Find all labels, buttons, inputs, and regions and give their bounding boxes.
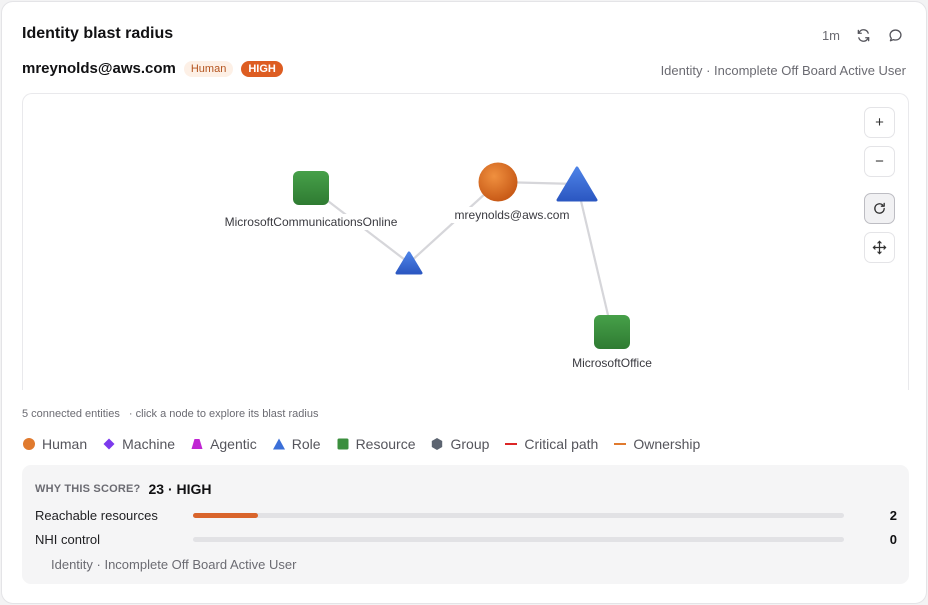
metric-label: NHI control [35, 532, 101, 547]
legend-label: Machine [122, 436, 176, 452]
legend-label: Role [291, 436, 321, 452]
metric-nhi-control: NHI control 0 [35, 532, 897, 548]
legend-line-icon [505, 443, 518, 445]
metric-value: 0 [889, 532, 897, 547]
legend-item-resource: Resource [336, 436, 416, 452]
comment-icon [888, 28, 902, 41]
metric-bar-track [193, 513, 844, 518]
legend-trapezoid-icon [191, 439, 203, 449]
severity-badge: HIGH [241, 60, 283, 77]
metric-bar-fill [193, 513, 259, 518]
graph-legend: Human Machine Agentic Role Resource Group Crit… [22, 436, 700, 452]
graph-node-label: mreynolds@aws.com [451, 207, 573, 223]
legend-item-group: Group [430, 436, 489, 452]
legend-item-role: Role [272, 436, 321, 452]
legend-triangle-icon [272, 438, 285, 450]
identity-name: mreynolds@aws.com [22, 60, 176, 77]
legend-label: Agentic [210, 436, 257, 452]
graph-node-label: MicrosoftOffice [569, 355, 655, 371]
legend-label: Ownership [633, 436, 701, 452]
legend-label: Critical path [524, 436, 599, 452]
graph-hint: 5 connected entities · click a node to e… [22, 408, 324, 420]
legend-circle-icon [23, 438, 35, 450]
graph-node-resource[interactable] [293, 171, 329, 205]
legend-label: Resource [355, 436, 416, 452]
score-kicker: WHY THIS SCORE? [35, 483, 141, 495]
comment-button[interactable] [886, 26, 904, 44]
reset-icon [874, 202, 885, 214]
header-actions: 1m [822, 26, 904, 44]
refresh-button[interactable] [854, 26, 872, 44]
graph-node-label: MicrosoftCommunicationsOnline [221, 214, 401, 230]
zoom-in-button[interactable]: + [864, 107, 895, 138]
graph-canvas[interactable] [23, 94, 909, 390]
blast-radius-graph[interactable]: mreynolds@aws.com MicrosoftCommunications… [22, 93, 909, 390]
legend-label: Human [42, 436, 88, 452]
metric-label: Reachable resources [35, 508, 158, 523]
score-value: 23 · HIGH [148, 481, 212, 497]
score-panel: WHY THIS SCORE? 23 · HIGH Reachable reso… [22, 465, 909, 584]
reset-layout-button[interactable] [864, 193, 895, 224]
zoom-out-button[interactable]: − [864, 146, 895, 177]
graph-node-resource[interactable] [594, 315, 630, 349]
identity-row: mreynolds@aws.com Human HIGH [22, 60, 283, 77]
legend-line-icon [614, 443, 627, 445]
blast-radius-card: Identity blast radius 1m mreynolds@aws.c… [1, 1, 927, 604]
legend-item-machine: Machine [102, 436, 175, 452]
move-icon [872, 240, 887, 255]
graph-edges [310, 180, 614, 333]
legend-item-critical-path: Critical path [504, 436, 598, 452]
hint-text: · click a node to explore its blast radi… [128, 408, 319, 420]
connected-count: 5 connected entities [22, 408, 120, 420]
legend-item-human: Human [22, 436, 87, 452]
graph-controls: + − [864, 107, 895, 263]
identity-type-badge: Human [183, 60, 234, 77]
card-title: Identity blast radius [22, 25, 174, 42]
legend-diamond-icon [103, 438, 115, 450]
pan-button[interactable] [864, 232, 895, 263]
metric-value: 2 [889, 508, 897, 523]
refresh-icon [857, 28, 869, 42]
refresh-interval-label: 1m [821, 27, 840, 43]
score-footer: Identity · Incomplete Off Board Active U… [51, 557, 297, 572]
metric-reachable-resources: Reachable resources 2 [35, 508, 897, 524]
legend-square-icon [337, 438, 349, 450]
score-header: WHY THIS SCORE? 23 · HIGH [35, 481, 212, 497]
legend-label: Group [450, 436, 490, 452]
graph-nodes [293, 162, 630, 349]
legend-hexagon-icon [432, 438, 443, 450]
graph-edge [575, 183, 614, 333]
legend-item-agentic: Agentic [190, 436, 257, 452]
identity-description: Identity · Incomplete Off Board Active U… [660, 63, 906, 78]
graph-node-human[interactable] [478, 162, 518, 202]
legend-item-ownership: Ownership [613, 436, 700, 452]
metric-bar-track [193, 537, 844, 542]
